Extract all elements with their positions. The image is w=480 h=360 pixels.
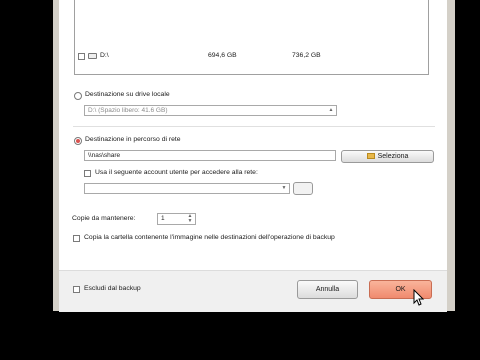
local-drive-radio[interactable] — [74, 92, 82, 100]
drive-list: D:\ 694,6 GB 736,2 GB — [74, 0, 429, 75]
separator — [73, 126, 435, 127]
copy-folder-label: Copia la cartella contenente l'immagine … — [84, 234, 335, 241]
use-account-checkbox[interactable] — [84, 170, 91, 177]
network-path-value: \\nas\share — [88, 152, 121, 159]
exclude-checkbox[interactable] — [73, 286, 80, 293]
local-drive-combo-value: D:\ (Spazio libero: 41.6 GB) — [88, 107, 168, 114]
browse-label: Seleziona — [377, 153, 409, 160]
browse-button[interactable]: Seleziona — [341, 150, 434, 163]
drive-checkbox[interactable] — [78, 53, 85, 60]
stepper-arrows-icon[interactable]: ▲ ▼ — [186, 214, 194, 224]
backup-destination-dialog: D:\ 694,6 GB 736,2 GB Destinazione su dr… — [53, 0, 455, 312]
mouse-cursor-icon — [413, 289, 425, 306]
ok-label: OK — [395, 286, 406, 293]
chevron-down-icon: ▼ — [281, 185, 287, 191]
network-path-label: Destinazione in percorso di rete — [85, 136, 181, 143]
local-drive-combo[interactable]: D:\ (Spazio libero: 41.6 GB) ▲ — [84, 105, 337, 116]
account-combo[interactable]: ▼ — [84, 183, 290, 194]
use-account-label: Usa il seguente account utente per acced… — [95, 169, 258, 176]
chevron-down-icon: ▲ — [328, 107, 334, 113]
local-drive-label: Destinazione su drive locale — [85, 91, 170, 98]
folder-icon — [366, 153, 375, 160]
cancel-label: Annulla — [315, 286, 340, 293]
account-settings-button[interactable] — [293, 182, 313, 195]
cancel-button[interactable]: Annulla — [297, 280, 358, 299]
drive-name: D:\ — [100, 52, 109, 59]
drive-icon — [88, 53, 97, 59]
copies-value: 1 — [161, 215, 165, 222]
copies-stepper[interactable]: 1 ▲ ▼ — [157, 213, 196, 225]
network-path-input[interactable]: \\nas\share — [84, 150, 336, 161]
drive-size-2: 736,2 GB — [292, 52, 321, 59]
drive-size-1: 694,6 GB — [208, 52, 237, 59]
exclude-label: Escludi dal backup — [84, 285, 141, 292]
copies-label: Copie da mantenere: — [72, 215, 136, 222]
network-path-radio[interactable] — [74, 137, 82, 145]
copy-folder-checkbox[interactable] — [73, 235, 80, 242]
